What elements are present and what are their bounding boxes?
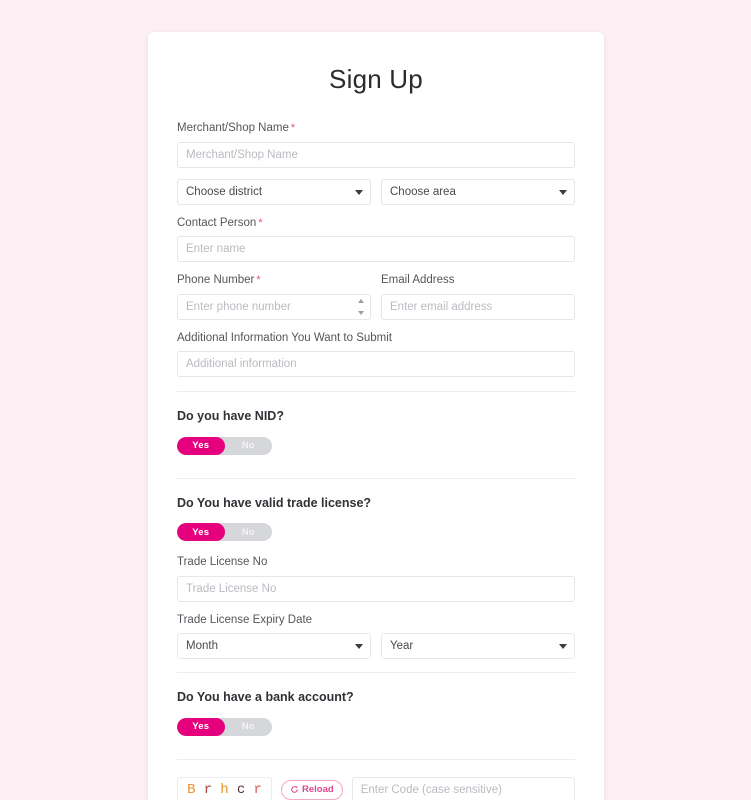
captcha-char-4: r (253, 781, 262, 798)
merchant-name-label-text: Merchant/Shop Name (177, 122, 289, 134)
additional-info-label: Additional Information You Want to Submi… (177, 331, 393, 344)
expiry-month-select[interactable]: Month (177, 633, 371, 660)
nid-toggle[interactable]: Yes No (177, 436, 273, 455)
reload-icon (291, 785, 298, 793)
nid-question-block: Do you have NID? Yes No (177, 392, 575, 455)
phone-col: Phone Number * (177, 273, 371, 320)
nid-toggle-yes[interactable]: Yes (177, 437, 225, 455)
district-select[interactable]: Choose district (177, 178, 371, 205)
captcha-input[interactable] (351, 776, 575, 800)
required-asterisk: * (256, 274, 261, 287)
signup-card: Sign Up Merchant/Shop Name* Choose distr… (148, 32, 604, 800)
phone-label: Phone Number * (177, 273, 371, 289)
expiry-row: Month Year (177, 633, 575, 660)
area-select-wrap: Choose area (381, 178, 575, 205)
trade-license-toggle[interactable]: Yes No (177, 523, 273, 542)
area-select[interactable]: Choose area (381, 178, 575, 205)
captcha-char-1: r (203, 781, 213, 798)
contact-person-input[interactable] (177, 236, 575, 263)
captcha-char-2: h (220, 781, 229, 798)
trade-license-no-input[interactable] (177, 575, 575, 602)
district-col: Choose district (177, 178, 371, 205)
trade-license-toggle-yes[interactable]: Yes (177, 523, 225, 541)
captcha-reload-label: Reload (302, 784, 334, 796)
required-asterisk: * (258, 216, 263, 229)
email-label: Email Address (381, 274, 455, 287)
expiry-month-col: Month (177, 633, 371, 660)
captcha-char-3: c (236, 781, 246, 798)
trade-license-toggle-no[interactable]: No (225, 523, 273, 541)
captcha-reload-button[interactable]: Reload (281, 779, 343, 800)
area-col: Choose area (381, 178, 575, 205)
email-input[interactable] (381, 293, 575, 320)
contact-person-label: Contact Person * (177, 216, 575, 232)
bank-account-question-block: Do You have a bank account? Yes No (177, 673, 575, 736)
phone-input[interactable] (177, 293, 371, 320)
contact-row: Phone Number* Email Address (177, 273, 575, 320)
district-select-wrap: Choose district (177, 178, 371, 205)
location-row: Choose district Choose area (177, 178, 575, 205)
page-title: Sign Up (329, 64, 423, 94)
trade-license-expiry-field: Trade License Expiry Date Month Year (177, 613, 575, 660)
trade-license-expiry-label: Trade License Expiry Date (177, 613, 313, 626)
contact-person-label-text: Contact Person (177, 216, 257, 229)
nid-toggle-no[interactable]: No (225, 437, 273, 455)
nid-question-text: Do you have NID? (177, 409, 284, 424)
trade-license-question-block: Do You have valid trade license? Yes No (177, 479, 575, 542)
bank-account-question-text: Do You have a bank account? (177, 690, 354, 705)
captcha-row: Brhcr Reload (177, 760, 575, 800)
bank-account-toggle[interactable]: Yes No (177, 717, 273, 736)
page-background: Sign Up Merchant/Shop Name* Choose distr… (0, 0, 751, 800)
phone-input-wrap (177, 293, 371, 320)
contact-person-field: Contact Person * (177, 216, 575, 263)
email-col: Email Address (381, 273, 575, 320)
trade-license-no-field: Trade License No (177, 555, 575, 602)
merchant-name-label: Merchant/Shop Name * (177, 121, 575, 137)
bank-account-toggle-yes[interactable]: Yes (177, 718, 225, 736)
bank-account-toggle-no[interactable]: No (225, 718, 273, 736)
trade-license-no-label: Trade License No (177, 556, 268, 569)
trade-license-question-text: Do You have valid trade license? (177, 495, 372, 510)
captcha-image: Brhcr (177, 777, 272, 800)
additional-info-field: Additional Information You Want to Submi… (177, 331, 575, 378)
expiry-year-col: Year (381, 633, 575, 660)
required-asterisk: * (290, 122, 296, 134)
merchant-name-input[interactable] (177, 141, 575, 168)
phone-label-text: Phone Number (177, 274, 255, 287)
expiry-year-select[interactable]: Year (381, 633, 575, 660)
captcha-char-0: B (187, 781, 196, 798)
expiry-year-select-wrap: Year (381, 633, 575, 660)
additional-info-input[interactable] (177, 351, 575, 378)
merchant-name-field: Merchant/Shop Name * (177, 121, 575, 168)
expiry-month-select-wrap: Month (177, 633, 371, 660)
